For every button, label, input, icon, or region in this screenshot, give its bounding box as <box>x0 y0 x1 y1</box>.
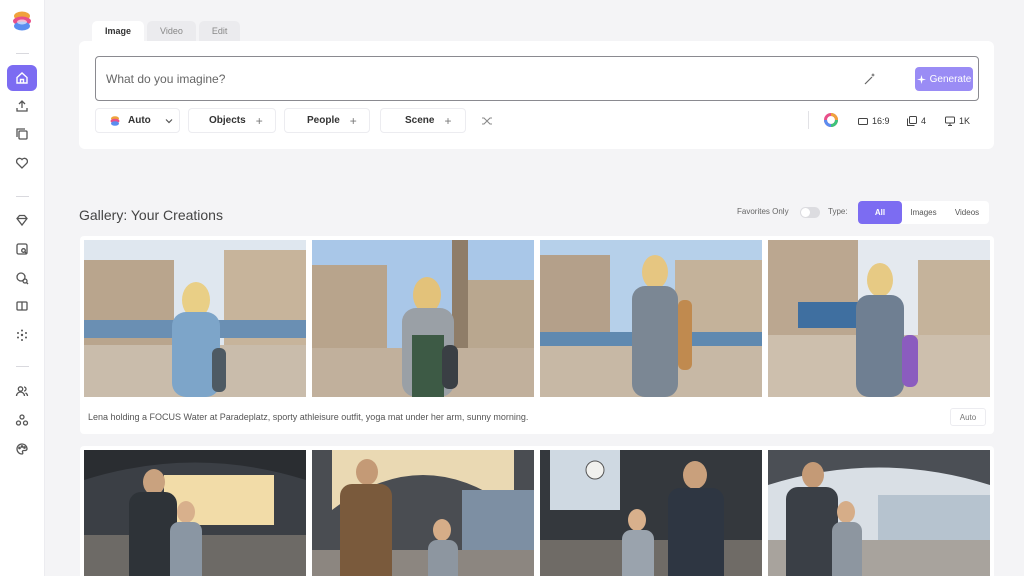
tab-video[interactable]: Video <box>147 21 196 41</box>
sidebar-item-image-search[interactable] <box>7 236 37 262</box>
sidebar-item-workflows[interactable] <box>7 407 37 433</box>
favorites-toggle[interactable] <box>800 207 820 218</box>
sidebar-item-favorites[interactable] <box>7 150 37 176</box>
plus-icon: + <box>255 113 263 128</box>
sidebar-divider <box>16 196 29 197</box>
gallery-card <box>80 446 994 576</box>
generate-label: Generate <box>929 73 972 85</box>
gallery-image[interactable] <box>312 240 534 397</box>
sidebar-item-library[interactable] <box>7 121 37 147</box>
sidebar-item-face-search[interactable] <box>7 265 37 291</box>
sidebar-item-people[interactable] <box>7 378 37 404</box>
prompt-input[interactable] <box>96 57 856 100</box>
objects-button[interactable]: Objects + <box>188 108 276 133</box>
image-count-value: 4 <box>921 116 927 126</box>
tab-image[interactable]: Image <box>92 21 145 41</box>
app-logo <box>110 115 120 126</box>
type-filter: All Images Videos <box>858 201 989 224</box>
filter-videos[interactable]: Videos <box>945 201 989 224</box>
face-search-icon <box>16 272 29 285</box>
magic-wand-icon[interactable] <box>862 71 878 87</box>
image-count-select[interactable]: 4 <box>907 114 926 128</box>
people-button[interactable]: People + <box>284 108 370 133</box>
tab-edit[interactable]: Edit <box>198 21 241 41</box>
sidebar-divider <box>16 53 29 54</box>
prompt-panel: Generate Auto Objects + People + Scene +… <box>79 41 994 149</box>
network-icon <box>15 414 29 426</box>
book-icon <box>16 301 28 311</box>
sidebar-item-effects[interactable] <box>7 322 37 348</box>
sparkle-dots-icon <box>17 329 27 341</box>
model-select-label: Auto <box>128 115 151 126</box>
resolution-select[interactable]: 1K <box>945 114 970 128</box>
sidebar-item-upload[interactable] <box>7 93 37 119</box>
plus-icon: + <box>444 113 452 128</box>
scene-label: Scene <box>405 115 435 126</box>
filter-all[interactable]: All <box>858 201 902 224</box>
sidebar-item-styles[interactable] <box>7 436 37 462</box>
gallery-card: Lena holding a FOCUS Water at Paradeplat… <box>80 236 994 434</box>
gallery-image[interactable] <box>768 240 990 397</box>
users-icon <box>15 386 29 397</box>
monitor-icon <box>945 116 955 126</box>
objects-label: Objects <box>209 115 246 126</box>
aspect-ratio-value: 16:9 <box>872 116 890 126</box>
type-label: Type: <box>828 207 848 216</box>
favorites-label: Favorites Only <box>737 207 789 216</box>
chevron-down-icon <box>165 118 173 123</box>
divider <box>808 111 809 129</box>
color-wheel-icon[interactable] <box>824 113 838 127</box>
sidebar-divider <box>16 366 29 367</box>
model-tag[interactable]: Auto <box>950 408 986 426</box>
aspect-ratio-select[interactable]: 16:9 <box>858 114 890 128</box>
plus-icon: + <box>349 113 357 128</box>
mode-tabs: Image Video Edit <box>92 21 241 41</box>
images-icon <box>907 116 917 126</box>
gallery-image[interactable] <box>540 450 762 576</box>
resolution-value: 1K <box>959 116 971 126</box>
heart-icon <box>15 157 29 169</box>
palette-icon <box>16 443 28 455</box>
people-label: People <box>307 115 340 126</box>
gallery-title: Gallery: Your Creations <box>79 207 223 223</box>
aspect-ratio-icon <box>858 117 868 125</box>
home-icon <box>16 72 28 84</box>
image-caption: Lena holding a FOCUS Water at Paradeplat… <box>88 412 529 422</box>
sidebar <box>0 0 45 576</box>
generate-button[interactable]: Generate <box>915 67 973 91</box>
prompt-box: Generate <box>95 56 979 101</box>
model-select[interactable]: Auto <box>95 108 180 133</box>
gallery-image[interactable] <box>768 450 990 576</box>
gallery-image[interactable] <box>312 450 534 576</box>
gallery-image[interactable] <box>540 240 762 397</box>
sparkle-icon <box>916 74 926 84</box>
gallery-image[interactable] <box>84 450 306 576</box>
shuffle-icon[interactable] <box>481 115 493 127</box>
sidebar-item-premium[interactable] <box>7 207 37 233</box>
scene-button[interactable]: Scene + <box>380 108 466 133</box>
filter-images[interactable]: Images <box>902 201 945 224</box>
gallery-image[interactable] <box>84 240 306 397</box>
copy-icon <box>16 128 28 140</box>
app-logo[interactable] <box>11 10 33 34</box>
diamond-icon <box>16 214 28 227</box>
upload-icon <box>16 100 28 112</box>
sidebar-item-home[interactable] <box>7 65 37 91</box>
image-search-icon <box>16 243 28 255</box>
sidebar-item-stories[interactable] <box>7 293 37 319</box>
